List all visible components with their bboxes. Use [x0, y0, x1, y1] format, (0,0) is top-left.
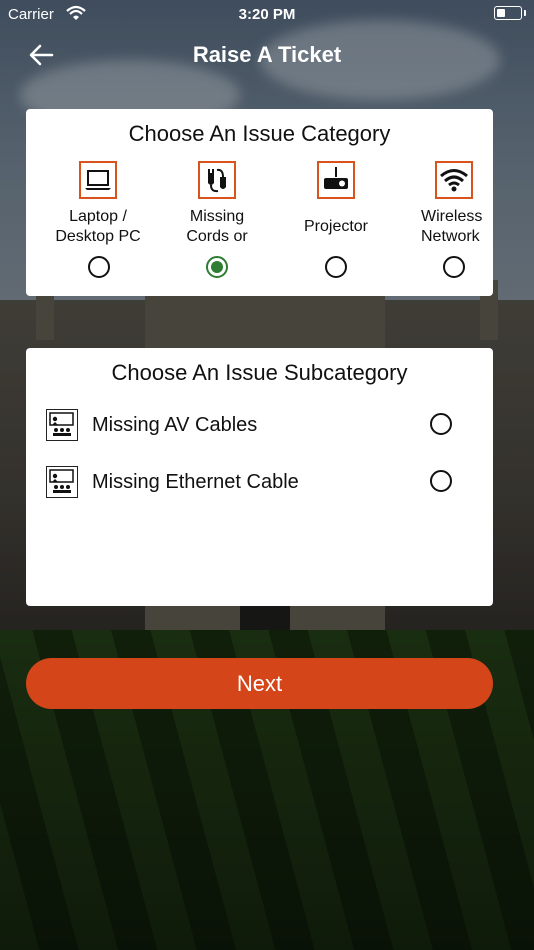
subcategory-radio-av-cables[interactable] [430, 413, 452, 435]
category-radio-projector[interactable] [325, 256, 347, 278]
category-label: Projector [303, 218, 369, 235]
subcategory-label: Missing Ethernet Cable [92, 471, 299, 493]
subcategory-item-av-cables[interactable]: Missing AV Cables [46, 407, 476, 443]
category-label: Wireless Network [421, 208, 483, 245]
category-radio-wireless-network[interactable] [443, 256, 465, 278]
category-radio-missing-cords[interactable] [206, 256, 228, 278]
category-card-title: Choose An Issue Category [128, 121, 391, 146]
battery-icon [494, 6, 526, 20]
category-wireless-network[interactable]: Wireless Network [404, 161, 493, 247]
category-card: Choose An Issue Category Laptop / Deskto… [26, 109, 493, 296]
category-label: Laptop / Desktop PC [55, 208, 141, 245]
subcategory-item-ethernet-cable[interactable]: Missing Ethernet Cable [46, 464, 476, 500]
subcategory-card: Choose An Issue Subcategory Missing AV C… [26, 348, 493, 606]
subcategory-card-title: Choose An Issue Subcategory [111, 360, 408, 385]
category-projector[interactable]: Projector [286, 161, 386, 247]
wifi-icon [435, 161, 473, 199]
category-label: Missing Cords or [186, 208, 248, 245]
classroom-presentation-icon [46, 409, 78, 441]
next-button[interactable]: Next [26, 658, 493, 709]
subcategory-label: Missing AV Cables [92, 414, 258, 436]
status-time: 3:20 PM [238, 6, 296, 23]
subcategory-radio-ethernet-cable[interactable] [430, 470, 452, 492]
page-title: Raise A Ticket [192, 42, 342, 67]
category-radio-laptop[interactable] [88, 256, 110, 278]
category-laptop[interactable]: Laptop / Desktop PC [48, 161, 148, 247]
classroom-presentation-icon [46, 466, 78, 498]
projector-icon [317, 161, 355, 199]
laptop-icon [79, 161, 117, 199]
category-missing-cords[interactable]: Missing Cords or [167, 161, 267, 247]
status-bar: Carrier 3:20 PM [0, 0, 534, 30]
cable-plug-icon [198, 161, 236, 199]
